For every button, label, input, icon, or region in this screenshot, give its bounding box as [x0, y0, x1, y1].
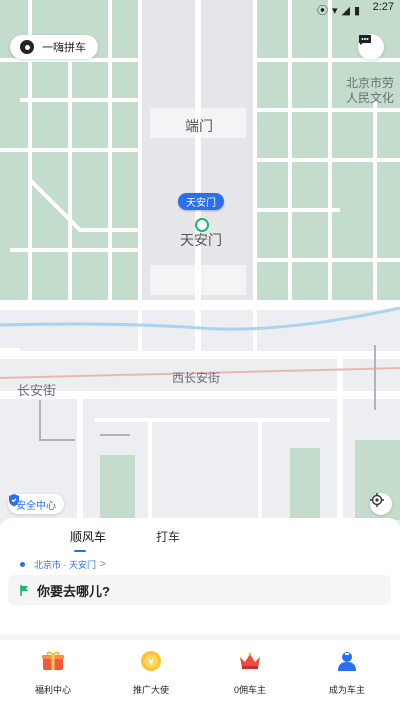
nav-label: 0佣车主: [233, 685, 266, 695]
divider: [0, 634, 400, 640]
nav-become-driver[interactable]: 成为车主: [307, 648, 387, 696]
gift-icon: [40, 648, 66, 674]
map-label-museum: 北京市劳 人民文化: [346, 76, 395, 105]
locate-button[interactable]: [370, 493, 392, 515]
map-view[interactable]: 端门 天安门 长安街 西长安街 北京市劳 人民文化 天安门 一嗨拼车 安全中心: [0, 0, 400, 530]
nav-label: 推广大使: [132, 685, 169, 695]
bottom-sheet: 顺风车 打车 北京市 · 天安门 > 你要去哪儿? 福利中心 ¥ 推广大使 0佣…: [0, 518, 400, 712]
carpool-label: 一嗨拼车: [42, 42, 86, 54]
bottom-nav: 福利中心 ¥ 推广大使 0佣车主 成为车主: [0, 648, 400, 708]
map-label-xichanganjie: 西长安街: [172, 371, 221, 385]
tab-hitch[interactable]: 顺风车: [70, 528, 106, 545]
status-bar: ⦿ ▾ ◢ ▮ 2:27: [0, 0, 400, 18]
tab-indicator: [74, 550, 86, 552]
location-status-icon: ⦿: [316, 5, 328, 17]
crosshair-icon: [370, 493, 384, 507]
location-marker-icon: [195, 218, 209, 232]
map-label-tiananmen: 天安门: [180, 232, 222, 248]
chat-icon: [359, 35, 371, 45]
safety-label: 安全中心: [16, 500, 56, 512]
nav-zero-commission[interactable]: 0佣车主: [210, 648, 290, 696]
nav-promoter[interactable]: ¥ 推广大使: [111, 648, 191, 696]
map-label-duanmen: 端门: [185, 118, 213, 134]
service-tabs: 顺风车 打车: [0, 526, 400, 552]
nav-label: 成为车主: [328, 685, 365, 695]
message-button[interactable]: [358, 34, 384, 60]
coin-icon: ¥: [138, 648, 164, 674]
safety-center-button[interactable]: 安全中心: [8, 494, 64, 514]
destination-placeholder: 你要去哪儿?: [37, 583, 110, 599]
wifi-icon: ▾: [331, 4, 338, 17]
carpool-button[interactable]: 一嗨拼车: [10, 35, 98, 59]
origin-text: 北京市 · 天安门: [34, 560, 96, 570]
map-graphics: [0, 0, 400, 530]
nav-label: 福利中心: [34, 685, 71, 695]
driver-icon: [334, 648, 360, 674]
destination-input[interactable]: 你要去哪儿?: [8, 575, 391, 605]
nav-welfare-center[interactable]: 福利中心: [13, 648, 93, 696]
status-time: 2:27: [372, 1, 394, 13]
tab-taxi[interactable]: 打车: [156, 528, 180, 545]
origin-row[interactable]: 北京市 · 天安门 >: [20, 558, 106, 571]
flag-icon: [20, 584, 29, 596]
map-label-changanjie: 长安街: [17, 383, 57, 398]
battery-icon: ▮: [353, 4, 360, 17]
crown-icon: [237, 648, 263, 674]
location-pill[interactable]: 天安门: [178, 193, 224, 210]
svg-text:¥: ¥: [148, 657, 154, 668]
status-icons: ⦿ ▾ ◢ ▮: [317, 2, 360, 18]
avatar-icon: [20, 40, 34, 54]
origin-dot-icon: [20, 562, 25, 567]
signal-icon: ◢: [341, 4, 350, 17]
app-screen: 端门 天安门 长安街 西长安街 北京市劳 人民文化 天安门 一嗨拼车 安全中心: [0, 0, 400, 712]
chevron-right-icon: >: [100, 559, 106, 570]
